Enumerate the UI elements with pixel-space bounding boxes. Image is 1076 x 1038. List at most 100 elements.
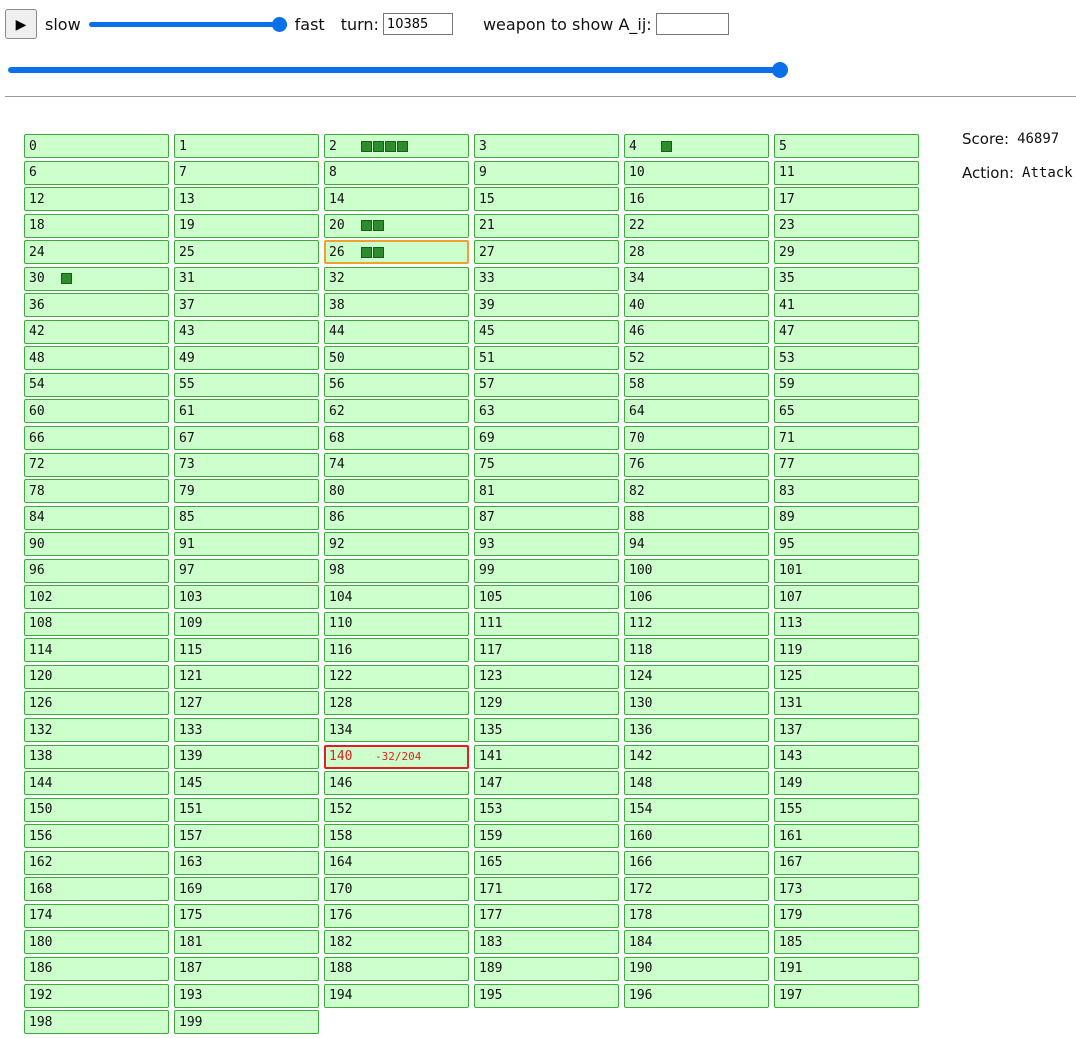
cell-16[interactable]: 16: [624, 187, 769, 212]
cell-3[interactable]: 3: [474, 134, 619, 158]
cell-97[interactable]: 97: [174, 558, 319, 583]
cell-38[interactable]: 38: [324, 293, 469, 318]
cell-110[interactable]: 110: [324, 611, 469, 636]
cell-55[interactable]: 55: [174, 372, 319, 397]
cell-60[interactable]: 60: [24, 399, 169, 424]
cell-34[interactable]: 34: [624, 266, 769, 291]
cell-74[interactable]: 74: [324, 452, 469, 477]
cell-107[interactable]: 107: [774, 585, 919, 610]
turn-slider-thumb[interactable]: [772, 62, 788, 78]
cell-140[interactable]: 140 -32/204: [324, 744, 469, 769]
cell-37[interactable]: 37: [174, 293, 319, 318]
cell-82[interactable]: 82: [624, 479, 769, 504]
cell-47[interactable]: 47: [774, 319, 919, 344]
cell-108[interactable]: 108: [24, 611, 169, 636]
cell-46[interactable]: 46: [624, 319, 769, 344]
cell-177[interactable]: 177: [474, 903, 619, 928]
cell-180[interactable]: 180: [24, 930, 169, 955]
cell-163[interactable]: 163: [174, 850, 319, 875]
cell-124[interactable]: 124: [624, 664, 769, 689]
cell-195[interactable]: 195: [474, 983, 619, 1008]
cell-76[interactable]: 76: [624, 452, 769, 477]
cell-72[interactable]: 72: [24, 452, 169, 477]
cell-129[interactable]: 129: [474, 691, 619, 716]
cell-43[interactable]: 43: [174, 319, 319, 344]
cell-81[interactable]: 81: [474, 479, 619, 504]
cell-132[interactable]: 132: [24, 718, 169, 743]
cell-151[interactable]: 151: [174, 797, 319, 822]
cell-123[interactable]: 123: [474, 664, 619, 689]
cell-73[interactable]: 73: [174, 452, 319, 477]
cell-29[interactable]: 29: [774, 240, 919, 265]
cell-101[interactable]: 101: [774, 558, 919, 583]
cell-53[interactable]: 53: [774, 346, 919, 371]
cell-93[interactable]: 93: [474, 532, 619, 557]
cell-128[interactable]: 128: [324, 691, 469, 716]
cell-79[interactable]: 79: [174, 479, 319, 504]
cell-179[interactable]: 179: [774, 903, 919, 928]
cell-167[interactable]: 167: [774, 850, 919, 875]
cell-67[interactable]: 67: [174, 426, 319, 451]
cell-166[interactable]: 166: [624, 850, 769, 875]
cell-149[interactable]: 149: [774, 771, 919, 796]
cell-45[interactable]: 45: [474, 319, 619, 344]
cell-182[interactable]: 182: [324, 930, 469, 955]
cell-32[interactable]: 32: [324, 266, 469, 291]
cell-87[interactable]: 87: [474, 505, 619, 530]
cell-28[interactable]: 28: [624, 240, 769, 265]
cell-193[interactable]: 193: [174, 983, 319, 1008]
cell-152[interactable]: 152: [324, 797, 469, 822]
cell-120[interactable]: 120: [24, 664, 169, 689]
cell-24[interactable]: 24: [24, 240, 169, 265]
cell-189[interactable]: 189: [474, 956, 619, 981]
cell-31[interactable]: 31: [174, 266, 319, 291]
cell-183[interactable]: 183: [474, 930, 619, 955]
cell-19[interactable]: 19: [174, 213, 319, 238]
cell-91[interactable]: 91: [174, 532, 319, 557]
cell-0[interactable]: 0: [24, 134, 169, 158]
cell-127[interactable]: 127: [174, 691, 319, 716]
cell-194[interactable]: 194: [324, 983, 469, 1008]
cell-41[interactable]: 41: [774, 293, 919, 318]
cell-111[interactable]: 111: [474, 611, 619, 636]
cell-119[interactable]: 119: [774, 638, 919, 663]
cell-15[interactable]: 15: [474, 187, 619, 212]
cell-100[interactable]: 100: [624, 558, 769, 583]
cell-113[interactable]: 113: [774, 611, 919, 636]
cell-114[interactable]: 114: [24, 638, 169, 663]
cell-145[interactable]: 145: [174, 771, 319, 796]
cell-23[interactable]: 23: [774, 213, 919, 238]
cell-13[interactable]: 13: [174, 187, 319, 212]
cell-14[interactable]: 14: [324, 187, 469, 212]
cell-103[interactable]: 103: [174, 585, 319, 610]
cell-137[interactable]: 137: [774, 718, 919, 743]
cell-170[interactable]: 170: [324, 877, 469, 902]
cell-56[interactable]: 56: [324, 372, 469, 397]
cell-173[interactable]: 173: [774, 877, 919, 902]
cell-30[interactable]: 30: [24, 266, 169, 291]
cell-63[interactable]: 63: [474, 399, 619, 424]
cell-54[interactable]: 54: [24, 372, 169, 397]
cell-20[interactable]: 20: [324, 213, 469, 238]
cell-176[interactable]: 176: [324, 903, 469, 928]
cell-62[interactable]: 62: [324, 399, 469, 424]
cell-169[interactable]: 169: [174, 877, 319, 902]
speed-slider-thumb[interactable]: [271, 17, 287, 32]
cell-135[interactable]: 135: [474, 718, 619, 743]
cell-66[interactable]: 66: [24, 426, 169, 451]
cell-33[interactable]: 33: [474, 266, 619, 291]
cell-196[interactable]: 196: [624, 983, 769, 1008]
cell-198[interactable]: 198: [24, 1010, 169, 1035]
cell-138[interactable]: 138: [24, 744, 169, 769]
play-button[interactable]: ▶: [5, 9, 37, 39]
cell-105[interactable]: 105: [474, 585, 619, 610]
cell-35[interactable]: 35: [774, 266, 919, 291]
cell-4[interactable]: 4: [624, 134, 769, 158]
speed-slider[interactable]: [88, 14, 287, 34]
cell-115[interactable]: 115: [174, 638, 319, 663]
cell-191[interactable]: 191: [774, 956, 919, 981]
cell-148[interactable]: 148: [624, 771, 769, 796]
cell-86[interactable]: 86: [324, 505, 469, 530]
cell-36[interactable]: 36: [24, 293, 169, 318]
cell-85[interactable]: 85: [174, 505, 319, 530]
